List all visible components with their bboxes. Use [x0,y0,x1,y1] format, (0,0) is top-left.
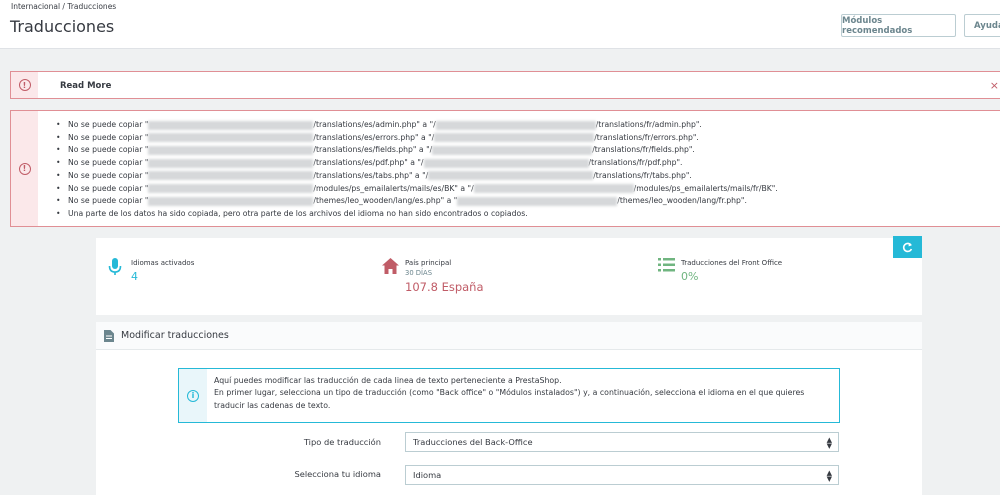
alert-icon-column: i [179,369,207,422]
list-item: No se puede copiar "/translations/es/err… [56,132,778,145]
redacted-path [148,184,314,194]
list-item: Una parte de los datos ha sido copiada, … [56,208,778,221]
recommended-modules-button[interactable]: Módulos recomendados [841,14,956,37]
error-icon: ! [18,162,31,175]
kpi-value: 0% [681,270,699,283]
sort-arrows-icon: ▲ ▼ [826,436,832,450]
redacted-path [148,171,314,181]
redacted-path [434,133,595,143]
error-icon: ! [18,79,31,91]
info-alert: i Aquí puedes modificar las traducción d… [178,368,840,423]
kpi-value: 107.8 España [405,280,484,294]
alert-icon-column: ! [11,72,38,98]
home-icon [382,258,399,274]
list-item: No se puede copiar "/modules/ps_emailale… [56,183,778,196]
kpi-period: 30 DÍAS [405,269,433,277]
page-title: Traducciones [10,17,115,36]
redacted-path [148,196,314,206]
redacted-path [473,184,634,194]
info-icon: i [187,389,199,402]
list-item: No se puede copiar "/themes/leo_wooden/l… [56,195,778,208]
translation-type-label: Tipo de traducción [303,437,381,447]
list-item: No se puede copiar "/translations/es/pdf… [56,157,778,170]
microphone-icon [108,258,122,275]
read-more-link[interactable]: Read More [60,81,111,91]
translation-type-select[interactable]: Traducciones del Back-Office ▲ ▼ [405,432,839,452]
kpi-label: País principal [405,259,452,267]
refresh-icon[interactable] [893,236,922,258]
modify-translations-panel: Modificar traducciones i Aquí puedes mod… [96,322,922,495]
redacted-path [428,171,594,181]
panel-title: Modificar traducciones [121,330,229,341]
alert-icon-column: ! [11,111,38,226]
redacted-path [435,120,596,130]
redacted-path [457,196,618,206]
list-item: No se puede copiar "/translations/es/fie… [56,144,778,157]
redacted-path [148,158,314,168]
read-more-alert: ! Read More × [10,71,1000,99]
redacted-path [148,120,314,130]
list-item: No se puede copiar "/translations/es/adm… [56,119,778,132]
language-select[interactable]: Idioma ▲ ▼ [405,465,839,485]
redacted-path [432,145,593,155]
errors-alert: ! No se puede copiar "/translations/es/a… [10,110,1000,227]
redacted-path [423,158,589,168]
language-label: Selecciona tu idioma [294,469,381,479]
redacted-path [148,133,314,143]
kpi-panel: Idiomas activados 4 País principal 30 DÍ… [96,238,922,315]
kpi-value: 4 [131,270,138,283]
info-text: Aquí puedes modificar las traducción de … [214,376,805,410]
page-header: Internacional / Traducciones Traduccione… [0,0,1000,49]
help-button[interactable]: Ayuda [964,14,1000,37]
document-icon [104,330,114,342]
breadcrumb[interactable]: Internacional / Traducciones [11,2,116,11]
redacted-path [148,145,314,155]
kpi-label: Idiomas activados [131,259,195,267]
list-icon [658,258,675,272]
error-list: No se puede copiar "/translations/es/adm… [56,119,778,221]
panel-header: Modificar traducciones [96,322,922,350]
sort-arrows-icon: ▲ ▼ [826,469,832,483]
kpi-label: Traducciones del Front Office [681,259,783,267]
close-icon[interactable]: × [990,79,999,92]
list-item: No se puede copiar "/translations/es/tab… [56,170,778,183]
